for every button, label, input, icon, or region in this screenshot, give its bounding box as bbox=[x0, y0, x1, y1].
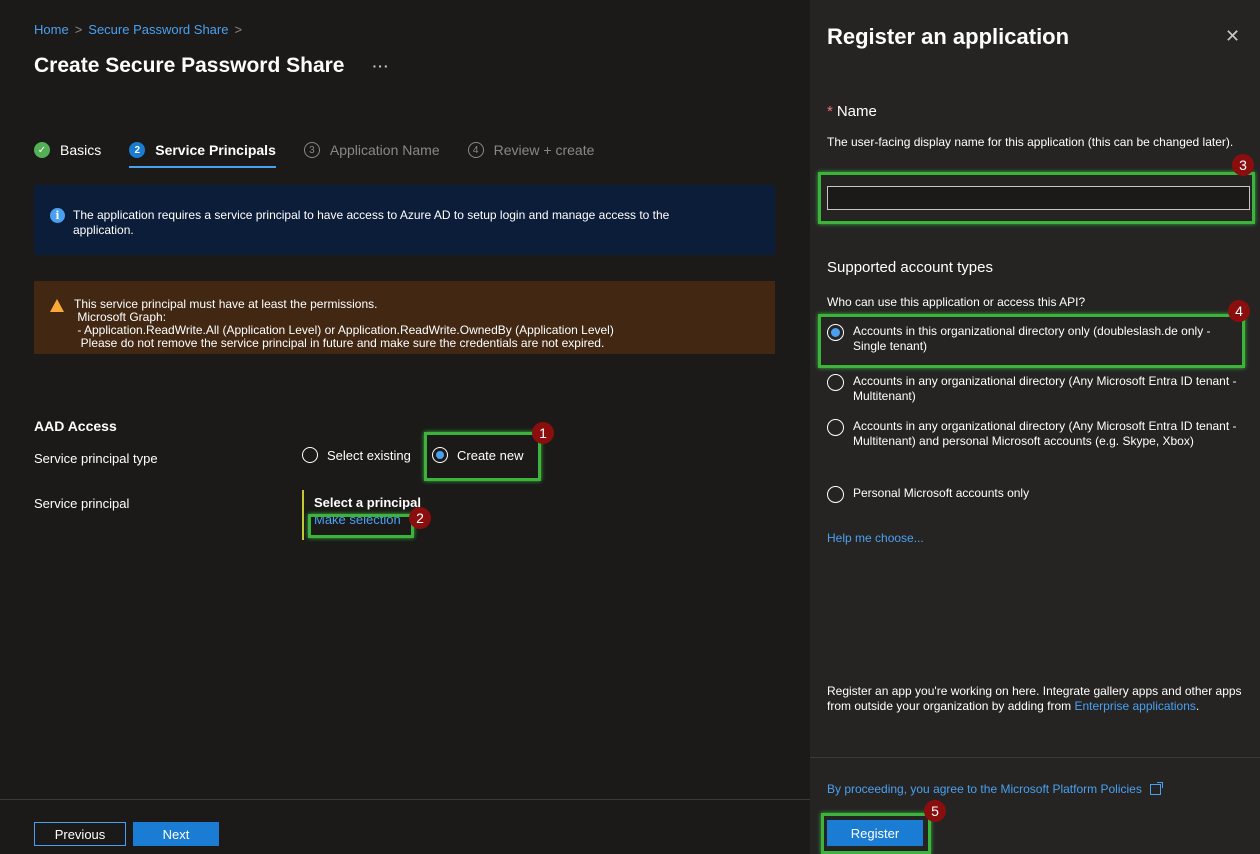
breadcrumb-separator: > bbox=[74, 22, 83, 37]
panel-title: Register an application bbox=[827, 24, 1070, 49]
option-label: Accounts in any organizational directory… bbox=[853, 374, 1237, 403]
warning-line: Please do not remove the service princip… bbox=[74, 336, 605, 350]
service-principal-label: Service principal bbox=[34, 496, 130, 511]
external-link-icon bbox=[1149, 781, 1163, 795]
highlight-box-1 bbox=[424, 432, 541, 481]
enterprise-applications-link[interactable]: Enterprise applications bbox=[1074, 699, 1195, 713]
highlight-box-4 bbox=[818, 314, 1245, 368]
service-principal-type-label: Service principal type bbox=[34, 451, 158, 466]
breadcrumb-separator: > bbox=[234, 22, 243, 37]
create-wizard-blade: Home > Secure Password Share > Create Se… bbox=[0, 0, 810, 854]
supported-account-types-question: Who can use this application or access t… bbox=[827, 295, 1086, 309]
info-line: The application requires a service princ… bbox=[73, 208, 670, 222]
step-badge-1: 1 bbox=[532, 422, 554, 444]
name-description: The user-facing display name for this ap… bbox=[827, 135, 1234, 149]
name-label-text: Name bbox=[836, 103, 877, 120]
radio-circle[interactable] bbox=[827, 486, 844, 503]
help-me-choose-link[interactable]: Help me choose... bbox=[827, 531, 924, 545]
highlight-box-5 bbox=[821, 813, 931, 854]
platform-policies-link[interactable]: By proceeding, you agree to the Microsof… bbox=[827, 781, 1163, 796]
step-badge-3: 3 bbox=[1232, 154, 1254, 176]
tab-review-create[interactable]: 4 Review + create bbox=[467, 138, 595, 162]
register-footer-text: Register an app you're working on here. … bbox=[827, 684, 1247, 714]
info-banner: i The application requires a service pri… bbox=[34, 185, 775, 255]
footer-period: . bbox=[1195, 699, 1200, 713]
warning-banner: This service principal must have at leas… bbox=[34, 281, 775, 354]
highlight-box-3 bbox=[818, 172, 1255, 224]
divider bbox=[810, 757, 1260, 758]
info-text: The application requires a service princ… bbox=[73, 208, 669, 238]
aad-access-heading: AAD Access bbox=[34, 418, 117, 434]
supported-account-types-heading: Supported account types bbox=[827, 259, 993, 276]
step-badge-5: 5 bbox=[924, 800, 946, 822]
radio-circle[interactable] bbox=[827, 419, 844, 436]
account-type-option-multitenant[interactable]: Accounts in any organizational directory… bbox=[827, 374, 1247, 404]
radio-circle[interactable] bbox=[302, 447, 318, 463]
radio-select-existing[interactable]: Select existing bbox=[302, 447, 411, 463]
breadcrumb-home[interactable]: Home bbox=[34, 22, 69, 37]
select-principal-text: Select a principal bbox=[314, 495, 421, 510]
page-title: Create Secure Password Share ··· bbox=[34, 54, 390, 78]
tab-label: Review + create bbox=[493, 142, 595, 158]
name-label: * Name bbox=[827, 103, 877, 120]
tab-label: Service Principals bbox=[155, 142, 276, 158]
required-marker: * bbox=[827, 103, 833, 120]
step-badge-4: 4 bbox=[1228, 300, 1250, 322]
warning-icon bbox=[50, 299, 64, 312]
close-icon[interactable]: ✕ bbox=[1225, 26, 1240, 47]
tab-label: Application Name bbox=[329, 142, 440, 158]
tab-basics[interactable]: ✓ Basics bbox=[34, 138, 101, 162]
account-type-option-multitenant-personal[interactable]: Accounts in any organizational directory… bbox=[827, 419, 1247, 449]
highlight-box-2 bbox=[308, 514, 414, 538]
tab-application-name[interactable]: 3 Application Name bbox=[303, 138, 440, 162]
radio-circle[interactable] bbox=[827, 374, 844, 391]
account-type-option-personal[interactable]: Personal Microsoft accounts only bbox=[827, 486, 1247, 503]
wizard-steps: ✓ Basics 2 Service Principals 3 Applicat… bbox=[34, 138, 622, 168]
tab-label: Basics bbox=[60, 142, 102, 158]
breadcrumb-secure-password-share[interactable]: Secure Password Share bbox=[88, 22, 228, 37]
more-options-icon[interactable]: ··· bbox=[373, 58, 390, 74]
check-icon: ✓ bbox=[34, 142, 50, 158]
register-application-panel: Register an application ✕ * Name The user… bbox=[810, 0, 1260, 854]
platform-policies-text: By proceeding, you agree to the Microsof… bbox=[827, 782, 1142, 796]
step-number: 2 bbox=[129, 142, 146, 158]
step-number: 4 bbox=[467, 142, 484, 158]
step-badge-2: 2 bbox=[409, 507, 431, 529]
option-label: Accounts in any organizational directory… bbox=[853, 419, 1237, 448]
info-icon: i bbox=[50, 208, 65, 223]
warning-text: This service principal must have at leas… bbox=[74, 298, 614, 350]
step-number: 3 bbox=[303, 142, 320, 158]
next-button[interactable]: Next bbox=[133, 822, 219, 846]
tab-service-principals[interactable]: 2 Service Principals bbox=[129, 138, 276, 168]
wizard-footer: Previous Next bbox=[0, 799, 810, 854]
previous-button[interactable]: Previous bbox=[34, 822, 126, 846]
info-line: application. bbox=[73, 223, 134, 237]
breadcrumb: Home > Secure Password Share > bbox=[34, 22, 242, 37]
option-label: Personal Microsoft accounts only bbox=[853, 486, 1030, 500]
page-title-text: Create Secure Password Share bbox=[34, 54, 345, 77]
radio-label: Select existing bbox=[327, 447, 411, 463]
